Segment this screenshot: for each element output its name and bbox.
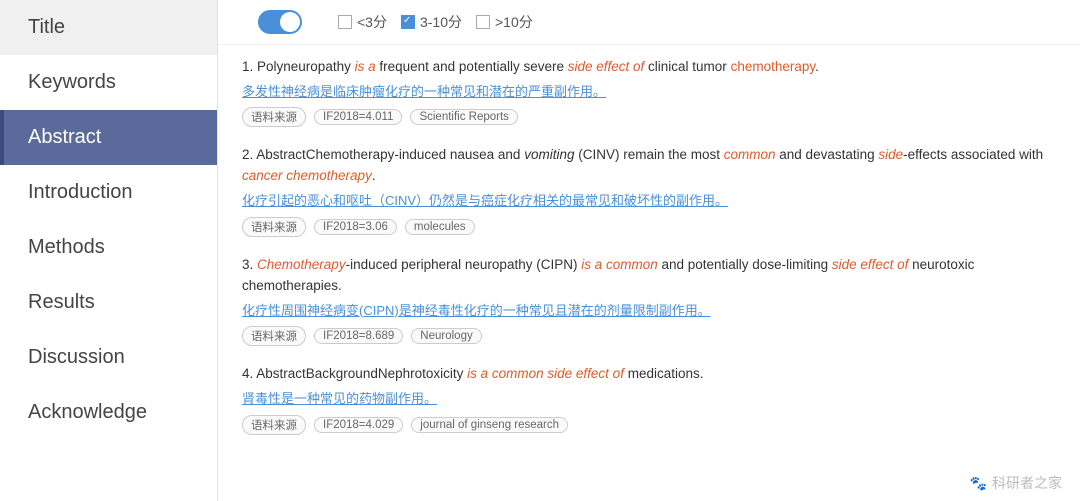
item-cn-text: 化疗性周围神经病变(CIPN)是神经毒性化疗的一种常见且潜在的剂量限制副作用。 (242, 301, 1062, 321)
en-text-part: . (815, 59, 819, 74)
filter-3to10-label: 3-10分 (420, 12, 462, 32)
en-text-part: is a common (581, 257, 658, 272)
en-text-part: is a (355, 59, 376, 74)
sidebar-item-abstract[interactable]: Abstract (0, 110, 217, 165)
item-cn-text: 肾毒性是一种常见的药物副作用。 (242, 389, 1062, 409)
toolbar: <3分 3-10分 >10分 (218, 0, 1080, 45)
en-text-part: vomiting (524, 147, 574, 162)
item-meta-row: 语料来源 IF2018=8.689 Neurology (242, 326, 1062, 346)
en-text-part: Chemotherapy (257, 257, 346, 272)
filter-gt10-label: >10分 (495, 12, 533, 32)
en-text-part: medications. (624, 366, 704, 381)
filter-3to10[interactable]: 3-10分 (401, 12, 462, 32)
watermark-icon: 🐾 (970, 475, 987, 492)
filter-gt10[interactable]: >10分 (476, 12, 533, 32)
journal-tag: Neurology (411, 328, 481, 344)
filter-gt10-checkbox[interactable] (476, 15, 490, 29)
en-text-part: (CINV) remain the most (574, 147, 723, 162)
sidebar-item-methods[interactable]: Methods (0, 220, 217, 275)
if-tag: IF2018=4.029 (314, 417, 403, 433)
watermark-text: 科研者之家 (992, 473, 1062, 493)
sidebar-item-keywords[interactable]: Keywords (0, 55, 217, 110)
sidebar-item-acknowledge[interactable]: Acknowledge (0, 385, 217, 440)
en-text-part: cancer chemotherapy (242, 168, 372, 183)
item-en-text: 2. AbstractChemotherapy-induced nausea a… (242, 145, 1062, 187)
filter-lt3-checkbox[interactable] (338, 15, 352, 29)
source-tag[interactable]: 语料来源 (242, 326, 306, 346)
en-text-part: . (372, 168, 376, 183)
source-tag[interactable]: 语料来源 (242, 415, 306, 435)
item-cn-text: 化疗引起的恶心和呕吐（CINV）仍然是与癌症化疗相关的最常见和破坏性的副作用。 (242, 191, 1062, 211)
sidebar: TitleKeywordsAbstractIntroductionMethods… (0, 0, 218, 501)
en-text-part: AbstractBackgroundNephrotoxicity (256, 366, 467, 381)
en-text-part: -effects associated with (903, 147, 1043, 162)
content-list: 1. Polyneuropathy is a frequent and pote… (218, 45, 1080, 469)
en-text-part: Polyneuropathy (257, 59, 355, 74)
item-number: 4. (242, 366, 256, 381)
filter-lt3-label: <3分 (357, 12, 387, 32)
en-text-part: frequent and potentially severe (376, 59, 568, 74)
if-tag: IF2018=4.011 (314, 109, 402, 125)
sidebar-item-results[interactable]: Results (0, 275, 217, 330)
item-meta-row: 语料来源 IF2018=4.029 journal of ginseng resea… (242, 415, 1062, 435)
en-text-part: chemotherapy (731, 59, 816, 74)
en-text-part: side effect of (568, 59, 645, 74)
source-tag[interactable]: 语料来源 (242, 217, 306, 237)
en-text-part: clinical tumor (644, 59, 730, 74)
translate-toggle[interactable] (258, 10, 302, 34)
en-text-part: side effect of (832, 257, 909, 272)
if-tag: IF2018=3.06 (314, 219, 397, 235)
en-text-part: -induced peripheral neuropathy (CIPN) (346, 257, 582, 272)
item-meta-row: 语料来源 IF2018=3.06 molecules (242, 217, 1062, 237)
item-number: 2. (242, 147, 256, 162)
en-text-part: and devastating (776, 147, 879, 162)
item-en-text: 1. Polyneuropathy is a frequent and pote… (242, 57, 1062, 78)
sidebar-item-title[interactable]: Title (0, 0, 217, 55)
main-content: <3分 3-10分 >10分 1. Polyneuropathy is a fr… (218, 0, 1080, 501)
journal-tag: molecules (405, 219, 475, 235)
filter-group: <3分 3-10分 >10分 (338, 12, 533, 32)
filter-lt3[interactable]: <3分 (338, 12, 387, 32)
item-cn-text: 多发性神经病是临床肿瘤化疗的一种常见和潜在的严重副作用。 (242, 82, 1062, 102)
sidebar-item-discussion[interactable]: Discussion (0, 330, 217, 385)
journal-tag: Scientific Reports (410, 109, 517, 125)
if-tag: IF2018=8.689 (314, 328, 403, 344)
item-number: 3. (242, 257, 257, 272)
list-item: 3. Chemotherapy-induced peripheral neuro… (242, 255, 1062, 346)
sidebar-item-introduction[interactable]: Introduction (0, 165, 217, 220)
list-item: 4. AbstractBackgroundNephrotoxicity is a… (242, 364, 1062, 434)
en-text-part: is a common side effect of (467, 366, 624, 381)
en-text-part: common (724, 147, 776, 162)
source-tag[interactable]: 语料来源 (242, 107, 306, 127)
item-meta-row: 语料来源 IF2018=4.011 Scientific Reports (242, 107, 1062, 127)
en-text-part: and potentially dose-limiting (658, 257, 832, 272)
list-item: 2. AbstractChemotherapy-induced nausea a… (242, 145, 1062, 236)
item-en-text: 3. Chemotherapy-induced peripheral neuro… (242, 255, 1062, 297)
watermark: 🐾 科研者之家 (218, 469, 1080, 501)
en-text-part: AbstractChemotherapy-induced nausea and (256, 147, 524, 162)
list-item: 1. Polyneuropathy is a frequent and pote… (242, 57, 1062, 127)
filter-3to10-checkbox[interactable] (401, 15, 415, 29)
item-en-text: 4. AbstractBackgroundNephrotoxicity is a… (242, 364, 1062, 385)
journal-tag: journal of ginseng research (411, 417, 568, 433)
en-text-part: side (878, 147, 903, 162)
item-number: 1. (242, 59, 257, 74)
